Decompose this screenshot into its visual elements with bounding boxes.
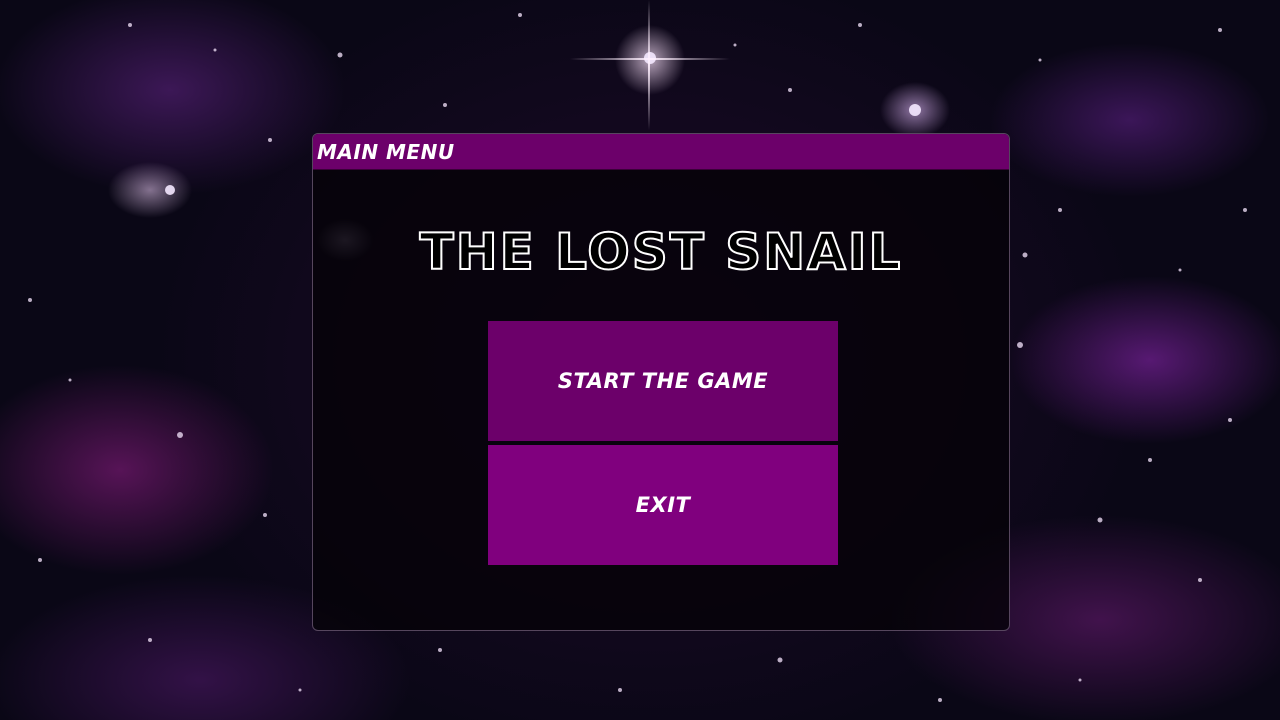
exit-label: EXIT (635, 493, 691, 517)
panel-header: MAIN MENU (313, 134, 1009, 170)
game-title: THE LOST SNAIL (419, 222, 903, 282)
start-game-label: START THE GAME (557, 369, 769, 393)
star-flare-vertical (648, 0, 650, 130)
star-flare-horizontal (570, 58, 730, 60)
main-menu-panel: MAIN MENU THE LOST SNAIL START THE GAME … (312, 133, 1010, 631)
panel-header-title: MAIN MENU (317, 140, 455, 164)
start-game-button[interactable]: START THE GAME (488, 321, 838, 441)
exit-button[interactable]: EXIT (488, 445, 838, 565)
